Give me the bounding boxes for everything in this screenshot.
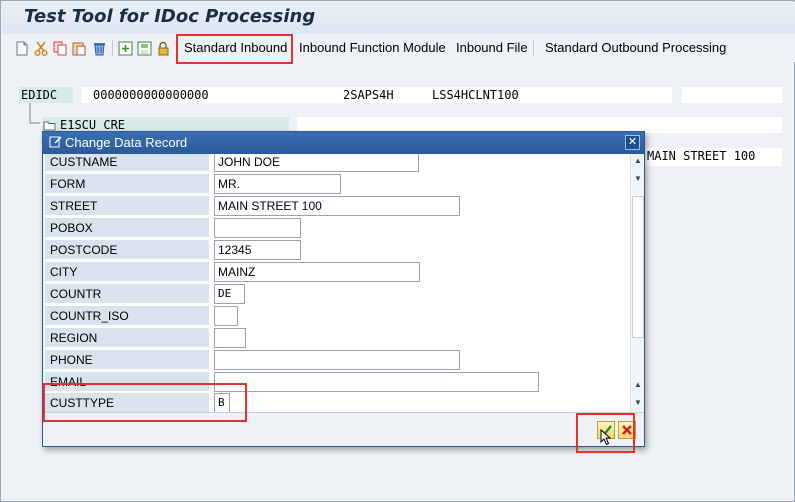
postcode-field[interactable]: 12345 (214, 240, 301, 260)
field-row-countr-iso: COUNTR_ISO (45, 305, 630, 327)
scroll-down-icon[interactable]: ▼ (633, 398, 643, 408)
control-record-client: LSS4HCLNT100 (432, 88, 519, 102)
highlight-confirm (576, 413, 635, 453)
cut-icon[interactable] (33, 40, 49, 56)
phone-field[interactable] (214, 350, 460, 370)
field-row-pobox: POBOX (45, 217, 630, 239)
title-bar: Test Tool for IDoc Processing (2, 2, 795, 34)
field-row-region: REGION (45, 327, 630, 349)
countr-iso-field[interactable] (214, 306, 238, 326)
field-row-street: STREET MAIN STREET 100 (45, 195, 630, 217)
email-field[interactable] (214, 372, 539, 392)
highlight-standard-inbound (176, 34, 293, 64)
region-field[interactable] (214, 328, 246, 348)
save-icon[interactable] (136, 40, 152, 56)
inbound-function-module-button[interactable]: Inbound Function Module (293, 34, 452, 62)
toolbar-separator (533, 40, 534, 56)
new-icon[interactable] (14, 40, 30, 56)
close-icon[interactable]: ✕ (625, 135, 640, 150)
field-label: POSTCODE (45, 240, 209, 260)
delete-icon[interactable] (91, 40, 107, 56)
scrollbar-thumb[interactable] (632, 196, 644, 338)
tree-connector (29, 103, 40, 124)
page-up-icon[interactable]: ▼ (633, 174, 643, 184)
city-field[interactable]: MAINZ (214, 262, 420, 282)
scroll-up-icon[interactable]: ▲ (633, 156, 643, 166)
field-row-custname: CUSTNAME JOHN DOE (45, 154, 630, 173)
toolbar-separator (112, 40, 113, 56)
field-row-form: FORM MR. (45, 173, 630, 195)
field-row-countr: COUNTR DE (45, 283, 630, 305)
highlight-custtype (43, 383, 247, 422)
control-record-docnum: 0000000000000000 (93, 88, 209, 102)
dialog-title: Change Data Record (65, 135, 188, 150)
dialog-title-bar: Change Data Record ✕ (43, 132, 644, 154)
field-label: REGION (45, 328, 209, 348)
field-label: STREET (45, 196, 209, 216)
insert-icon[interactable] (117, 40, 133, 56)
field-label: CITY (45, 262, 209, 282)
street-field[interactable]: MAIN STREET 100 (214, 196, 460, 216)
inbound-file-button[interactable]: Inbound File (450, 34, 534, 62)
edit-record-icon (48, 135, 62, 149)
form-field[interactable]: MR. (214, 174, 341, 194)
countr-field[interactable]: DE (214, 284, 245, 304)
page-title: Test Tool for IDoc Processing (24, 6, 316, 27)
field-label: COUNTR (45, 284, 209, 304)
field-row-postcode: POSTCODE 12345 (45, 239, 630, 261)
control-record-row-bg (682, 87, 782, 103)
pobox-field[interactable] (214, 218, 301, 238)
field-label: FORM (45, 174, 209, 194)
segment-data-peek: MAIN STREET 100 (647, 149, 756, 163)
standard-outbound-button[interactable]: Standard Outbound Processing (539, 34, 732, 62)
field-row-city: CITY MAINZ (45, 261, 630, 283)
app-window: Test Tool for IDoc Processing Standard I… (0, 0, 795, 502)
field-label: POBOX (45, 218, 209, 238)
page-down-icon[interactable]: ▲ (633, 380, 643, 390)
control-record-sender: 2SAPS4H (343, 88, 394, 102)
tree-node-edidc[interactable]: EDIDC (19, 87, 73, 103)
vertical-scrollbar[interactable]: ▲ ▼ ▲ ▼ (630, 154, 644, 412)
field-list: CUSTNAME JOHN DOE FORM MR. STREET MAIN S… (45, 154, 630, 412)
application-toolbar: Standard Inbound Inbound Function Module… (2, 34, 795, 62)
lock-icon[interactable] (155, 40, 171, 56)
field-row-phone: PHONE (45, 349, 630, 371)
field-label: CUSTNAME (45, 154, 209, 172)
field-label: COUNTR_ISO (45, 306, 209, 326)
copy-icon[interactable] (52, 40, 68, 56)
field-label: PHONE (45, 350, 209, 370)
custname-field[interactable]: JOHN DOE (214, 154, 419, 172)
paste-icon[interactable] (71, 40, 87, 56)
